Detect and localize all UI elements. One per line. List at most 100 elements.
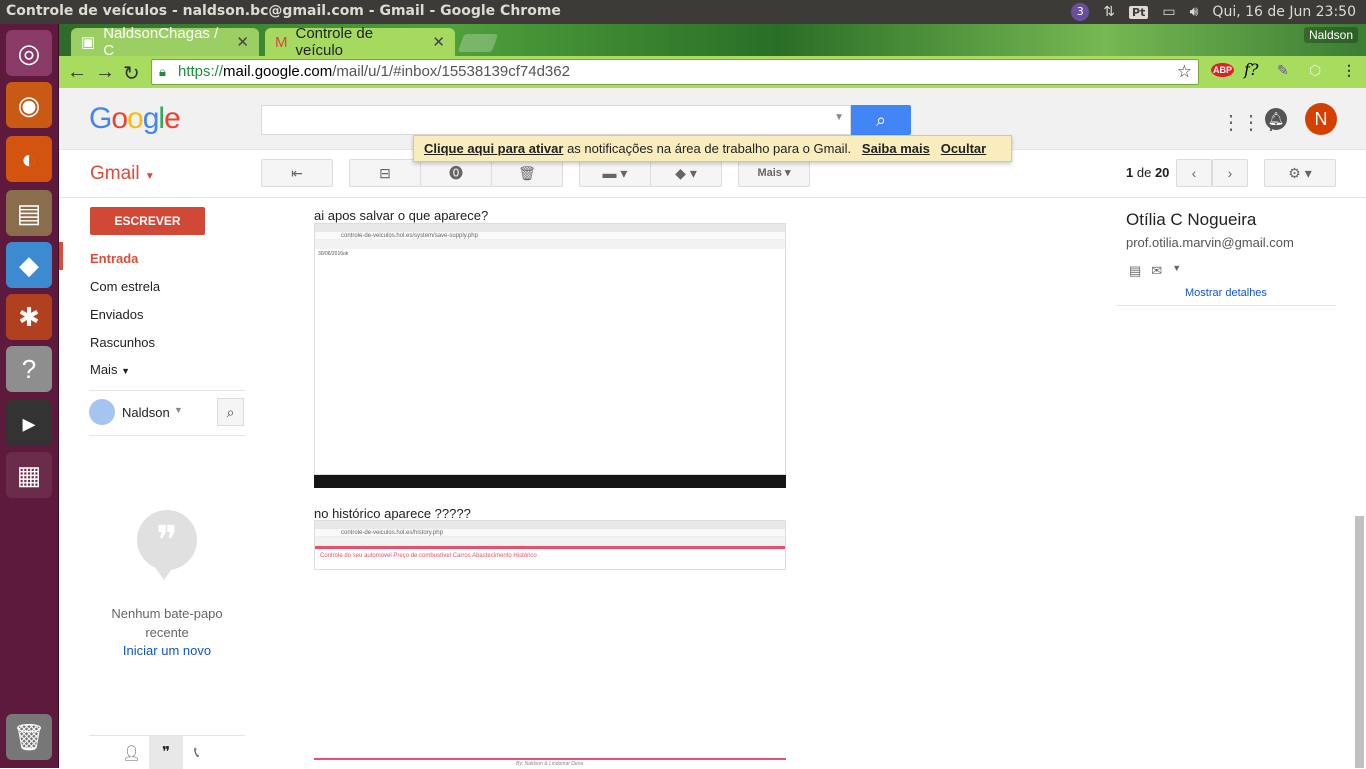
email-icon[interactable]: ✉: [1151, 263, 1162, 279]
system-tray: 3 ⇅ Pt ▭ 🔊︎ Qui, 16 de Jun 23:50: [1071, 3, 1356, 21]
newer-button[interactable]: ‹: [1176, 159, 1212, 187]
terminal-icon[interactable]: ▸: [6, 400, 52, 446]
phone-icon[interactable]: 📞︎: [194, 744, 199, 761]
nav-inbox[interactable]: Entrada: [90, 251, 138, 266]
search-options-dropdown-icon[interactable]: ▼: [834, 112, 844, 123]
hangouts-search-button[interactable]: ⌕: [217, 398, 244, 426]
gmail-favicon-icon: M: [275, 33, 288, 51]
tab-naldsonchagas[interactable]: ▣ NaldsonChagas / C ✕: [71, 25, 259, 59]
workspace-indicator[interactable]: 3: [1071, 3, 1090, 21]
embedded-bookmarks: [315, 537, 785, 546]
github-favicon-icon: ▣: [81, 34, 96, 51]
older-button[interactable]: ›: [1212, 159, 1248, 187]
compose-button[interactable]: ESCREVER: [90, 207, 205, 235]
gmail-app-menu[interactable]: Gmail ▼: [90, 163, 155, 185]
contacts-icon[interactable]: 👤︎: [122, 744, 141, 762]
bookmark-star-icon[interactable]: ☆: [1177, 60, 1192, 84]
enable-notifications-link[interactable]: Clique aqui para ativar: [424, 141, 563, 156]
volume-icon[interactable]: 🔊︎: [1190, 4, 1199, 20]
left-navigation: ESCREVER Entrada Com estrela Enviados Ra…: [59, 198, 259, 769]
divider: [1116, 305, 1336, 306]
url-path: /mail/u/1/#inbox/15538139cf74d362: [332, 63, 570, 80]
settings-button[interactable]: ⚙ ▾: [1264, 159, 1336, 187]
back-to-inbox-button[interactable]: ⇤: [261, 159, 333, 187]
nav-starred[interactable]: Com estrela: [90, 279, 160, 294]
labels-button[interactable]: ◆ ▾: [650, 159, 722, 187]
adblock-extension-icon[interactable]: ABP: [1211, 63, 1235, 77]
delete-button[interactable]: 🗑︎: [491, 159, 563, 187]
google-logo[interactable]: Google: [89, 102, 181, 136]
file-manager-icon[interactable]: ▤: [6, 190, 52, 236]
tab-controle-de-veiculos[interactable]: M Controle de veículo ✕: [265, 25, 455, 59]
embedded-byline: By: Naldson & Lindomar Dena: [516, 761, 584, 767]
ubuntu-dash-icon[interactable]: ◎: [6, 30, 52, 76]
more-actions-button[interactable]: Mais ▾: [738, 159, 810, 187]
screenshot-save-supply[interactable]: controle-de-veiculos.hol.es/system/save-…: [314, 223, 786, 475]
window-title: Controle de veículos - naldson.bc@gmail.…: [6, 3, 561, 19]
gear-icon: ⚙: [1288, 165, 1301, 181]
embedded-content: 30/06/2016ok: [318, 251, 349, 257]
system-settings-icon[interactable]: ✱: [6, 294, 52, 340]
profile-button[interactable]: Naldson: [1303, 27, 1358, 43]
contact-name: Otília C Nogueira: [1126, 210, 1257, 229]
network-transfer-icon[interactable]: ⇅: [1103, 4, 1115, 20]
keyboard-layout-indicator[interactable]: Pt: [1129, 5, 1149, 19]
menu-icon[interactable]: ⋮: [1342, 62, 1356, 79]
mail-search-input[interactable]: ▼: [261, 105, 851, 135]
trash-icon[interactable]: 🗑︎: [6, 714, 52, 760]
hide-link[interactable]: Ocultar: [941, 141, 987, 156]
hangouts-bubble-tail: [154, 566, 174, 580]
move-to-folder-button[interactable]: ▬ ▾: [579, 159, 651, 187]
learn-more-link[interactable]: Saiba mais: [862, 141, 930, 156]
scrollbar-thumb[interactable]: [1355, 516, 1364, 768]
account-avatar[interactable]: N: [1305, 103, 1337, 135]
desktop-notification-banner: Clique aqui para ativar as notificações …: [413, 135, 1012, 162]
address-bar[interactable]: 🔒︎ https://mail.google.com/mail/u/1/#inb…: [151, 59, 1199, 85]
embedded-address: controle-de-veiculos.hol.es/history.php: [315, 529, 785, 537]
cube-extension-icon[interactable]: ⬡: [1309, 62, 1321, 79]
divider: [89, 435, 245, 436]
search-button[interactable]: ⌕: [851, 105, 911, 135]
new-tab-button[interactable]: [457, 34, 499, 52]
message-text-1: ai apos salvar o que aparece?: [314, 208, 489, 223]
hangouts-bottom-tabs: 👤︎ ❞ 📞︎: [89, 735, 245, 769]
hangouts-icon[interactable]: ❞: [149, 736, 183, 769]
hangouts-quote-icon: ❞: [137, 510, 197, 570]
help-icon[interactable]: ?: [6, 346, 52, 392]
nav-more[interactable]: Mais ▼: [90, 362, 130, 377]
url-scheme: https://: [178, 63, 224, 80]
software-center-icon[interactable]: ◆: [6, 242, 52, 288]
screenshot-history[interactable]: controle-de-veiculos.hol.es/history.php …: [314, 520, 786, 570]
clock[interactable]: Qui, 16 de Jun 23:50: [1212, 4, 1356, 20]
chrome-launcher-icon[interactable]: ◉: [6, 82, 52, 128]
notifications-bell-icon[interactable]: 🔔︎: [1265, 108, 1287, 130]
reload-icon[interactable]: ↻: [123, 61, 140, 86]
user-avatar: [89, 399, 115, 425]
show-details-link[interactable]: Mostrar detalhes: [1185, 287, 1267, 299]
pen-extension-icon[interactable]: ✎: [1277, 62, 1289, 79]
contact-actions: ▤ ✉ ▼: [1129, 263, 1181, 279]
embedded-tabs: [315, 521, 785, 529]
workspace-switcher-icon[interactable]: ▦: [6, 452, 52, 498]
firefox-launcher-icon[interactable]: ◐: [6, 136, 52, 182]
back-arrow-icon[interactable]: ←: [67, 61, 87, 84]
unity-launcher: ◎ ◉ ◐ ▤ ◆ ✱ ? ▸ ▦ 🗑︎: [0, 24, 59, 768]
nav-sent[interactable]: Enviados: [90, 307, 143, 322]
formula-extension-icon[interactable]: f?: [1244, 60, 1259, 79]
forward-arrow-icon[interactable]: →: [95, 61, 115, 84]
close-icon[interactable]: ✕: [432, 33, 445, 51]
battery-icon[interactable]: ▭: [1162, 4, 1175, 20]
chevron-down-icon[interactable]: ▼: [1172, 263, 1181, 279]
contact-email: prof.otilia.marvin@gmail.com: [1126, 235, 1294, 250]
start-new-chat-link[interactable]: Iniciar um novo: [89, 643, 245, 658]
chevron-down-icon: ▼: [174, 405, 183, 415]
close-icon[interactable]: ✕: [236, 33, 249, 51]
browser-toolbar: ← → ↻ 🔒︎ https://mail.google.com/mail/u/…: [59, 56, 1366, 88]
chat-icon[interactable]: ▤: [1129, 263, 1141, 279]
message-text-2: no histórico aparece ?????: [314, 506, 471, 521]
nav-drafts[interactable]: Rascunhos: [90, 335, 155, 350]
archive-button[interactable]: ⊟: [349, 159, 421, 187]
hangouts-username: Naldson: [122, 405, 170, 420]
report-spam-button[interactable]: ⓿: [420, 159, 492, 187]
divider: [89, 390, 245, 391]
